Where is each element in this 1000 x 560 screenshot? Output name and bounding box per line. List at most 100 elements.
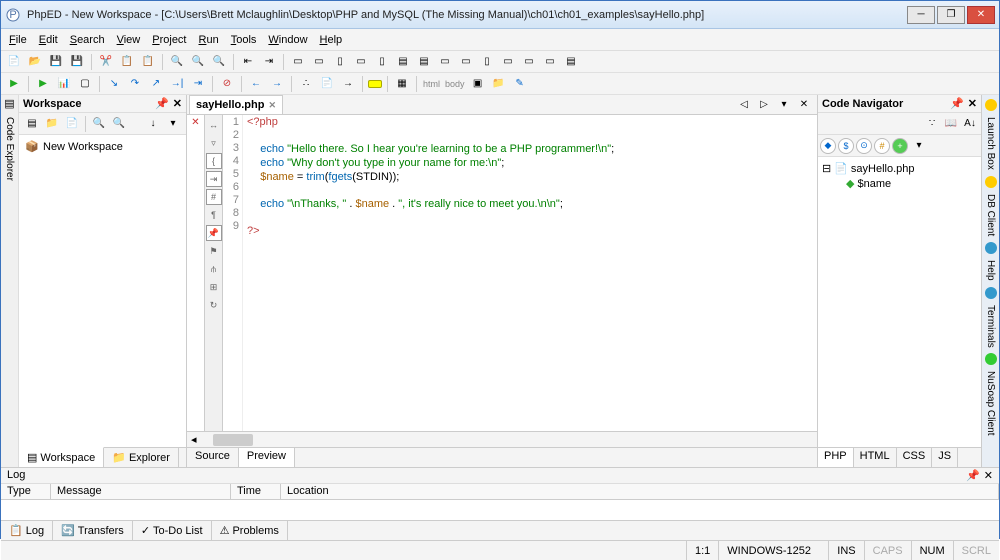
source-tab[interactable]: Source [187, 448, 239, 467]
nav-btn-2[interactable]: $ [838, 138, 854, 154]
prev-tab-icon[interactable]: ◁ [735, 96, 753, 114]
layout-8-icon[interactable]: ▭ [436, 53, 454, 71]
nav-btn-5[interactable]: + [892, 138, 908, 154]
layout-9-icon[interactable]: ▭ [457, 53, 475, 71]
collapse-icon[interactable]: ⊟ [822, 162, 831, 175]
copy-icon[interactable]: 📋 [118, 53, 136, 71]
lang-js[interactable]: JS [932, 448, 958, 467]
forward-icon[interactable]: → [268, 75, 286, 93]
menu-help[interactable]: Help [320, 34, 343, 46]
close-button[interactable]: ✕ [967, 6, 995, 24]
layout-13-icon[interactable]: ▭ [541, 53, 559, 71]
ws-btn-4[interactable]: 🔍 [90, 115, 108, 133]
layout-7-icon[interactable]: ▤ [415, 53, 433, 71]
run-to-icon[interactable]: →| [168, 75, 186, 93]
layout-12-icon[interactable]: ▭ [520, 53, 538, 71]
menu-edit[interactable]: Edit [39, 34, 58, 46]
window-icon[interactable]: ▣ [469, 75, 487, 93]
layout-1-icon[interactable]: ▭ [289, 53, 307, 71]
ws-btn-5[interactable]: 🔍 [110, 115, 128, 133]
ws-btn-3[interactable]: 📄 [63, 115, 81, 133]
continue-icon[interactable]: ⇥ [189, 75, 207, 93]
nav-file-item[interactable]: ⊟ 📄 sayHello.php [822, 161, 977, 176]
code-editor[interactable]: <?php echo "Hello there. So I hear you'r… [243, 115, 817, 431]
nav-btn-4[interactable]: # [874, 138, 890, 154]
lang-html[interactable]: HTML [854, 448, 897, 467]
workspace-tree[interactable]: 📦 New Workspace [19, 135, 186, 447]
editor-tab-sayhello[interactable]: sayHello.php ✕ [189, 95, 283, 114]
gutter-refresh-icon[interactable]: ↻ [206, 297, 222, 313]
save-icon[interactable]: 💾 [47, 53, 65, 71]
db-client-tab[interactable]: DB Client [985, 194, 996, 236]
debug-icon[interactable]: ▶ [34, 75, 52, 93]
gutter-arrow-icon[interactable]: ↔ [206, 117, 222, 133]
find-next-icon[interactable]: 🔍 [189, 53, 207, 71]
step-out-icon[interactable]: ↗ [147, 75, 165, 93]
menu-run[interactable]: Run [199, 34, 219, 46]
lang-css[interactable]: CSS [897, 448, 933, 467]
nav-book-icon[interactable]: 📖 [942, 115, 960, 133]
tool-c-icon[interactable]: → [339, 75, 357, 93]
gutter-brace-icon[interactable]: { [206, 153, 222, 169]
next-tab-icon[interactable]: ▷ [755, 96, 773, 114]
navigator-tree[interactable]: ⊟ 📄 sayHello.php ◆ $name [818, 157, 981, 447]
gutter-split-icon[interactable]: ⫛ [206, 261, 222, 277]
transfers-tab[interactable]: 🔄Transfers [53, 521, 133, 540]
todo-tab[interactable]: ✓To-Do List [133, 521, 212, 540]
nav-filter-icon[interactable]: ∵ [923, 115, 941, 133]
lang-php[interactable]: PHP [818, 448, 854, 467]
layout-5-icon[interactable]: ▯ [373, 53, 391, 71]
nav-pin-icon[interactable]: 📌 [950, 97, 964, 110]
layout-11-icon[interactable]: ▭ [499, 53, 517, 71]
col-type[interactable]: Type [1, 484, 51, 499]
tab-menu-icon[interactable]: ▾ [775, 96, 793, 114]
launch-box-icon[interactable] [985, 99, 997, 111]
layout-3-icon[interactable]: ▯ [331, 53, 349, 71]
layout-6-icon[interactable]: ▤ [394, 53, 412, 71]
nav-var-item[interactable]: ◆ $name [822, 176, 977, 191]
menu-search[interactable]: Search [70, 34, 105, 46]
nav-btn-3[interactable]: ⊙ [856, 138, 872, 154]
gutter-down-icon[interactable]: ▿ [206, 135, 222, 151]
ws-btn-6[interactable]: ↓ [144, 115, 162, 133]
terminals-icon[interactable] [985, 287, 997, 299]
code-explorer-rail-icon[interactable]: ▤ [4, 97, 14, 110]
close-panel-icon[interactable]: ✕ [173, 97, 182, 110]
paste-icon[interactable]: 📋 [139, 53, 157, 71]
layout-4-icon[interactable]: ▭ [352, 53, 370, 71]
stop-icon[interactable]: ▢ [76, 75, 94, 93]
highlight-icon[interactable] [368, 80, 382, 88]
close-file-icon[interactable]: ✕ [191, 117, 199, 128]
menu-tools[interactable]: Tools [231, 34, 257, 46]
html-tag-button[interactable]: html [422, 79, 441, 89]
launch-box-tab[interactable]: Launch Box [985, 117, 996, 170]
help-icon[interactable] [985, 242, 997, 254]
log-body[interactable] [1, 500, 999, 520]
menu-window[interactable]: Window [268, 34, 307, 46]
explorer-tab[interactable]: 📁Explorer [104, 448, 179, 467]
preview-tab[interactable]: Preview [239, 448, 295, 467]
gutter-pin-icon[interactable]: 📌 [206, 225, 222, 241]
workspace-tab[interactable]: ▤Workspace [19, 447, 104, 467]
layout-2-icon[interactable]: ▭ [310, 53, 328, 71]
form-icon[interactable]: ▦ [393, 75, 411, 93]
help-tab[interactable]: Help [985, 260, 996, 281]
log-pin-icon[interactable]: 📌 [966, 469, 980, 482]
indent-left-icon[interactable]: ⇤ [239, 53, 257, 71]
indent-right-icon[interactable]: ⇥ [260, 53, 278, 71]
col-location[interactable]: Location [281, 484, 999, 499]
close-tab-icon[interactable]: ✕ [268, 100, 276, 111]
col-time[interactable]: Time [231, 484, 281, 499]
gutter-hash-icon[interactable]: # [206, 189, 222, 205]
log-close-icon[interactable]: ✕ [984, 469, 993, 482]
profile-icon[interactable]: 📊 [55, 75, 73, 93]
layout-10-icon[interactable]: ▯ [478, 53, 496, 71]
code-explorer-tab[interactable]: Code Explorer [2, 113, 17, 185]
find-icon[interactable]: 🔍 [168, 53, 186, 71]
menu-file[interactable]: File [9, 34, 27, 46]
body-tag-button[interactable]: body [444, 79, 466, 89]
horizontal-scrollbar[interactable]: ◂ [187, 431, 817, 447]
ws-btn-7[interactable]: ▾ [164, 115, 182, 133]
replace-icon[interactable]: 🔍 [210, 53, 228, 71]
problems-tab[interactable]: ⚠Problems [212, 521, 288, 540]
